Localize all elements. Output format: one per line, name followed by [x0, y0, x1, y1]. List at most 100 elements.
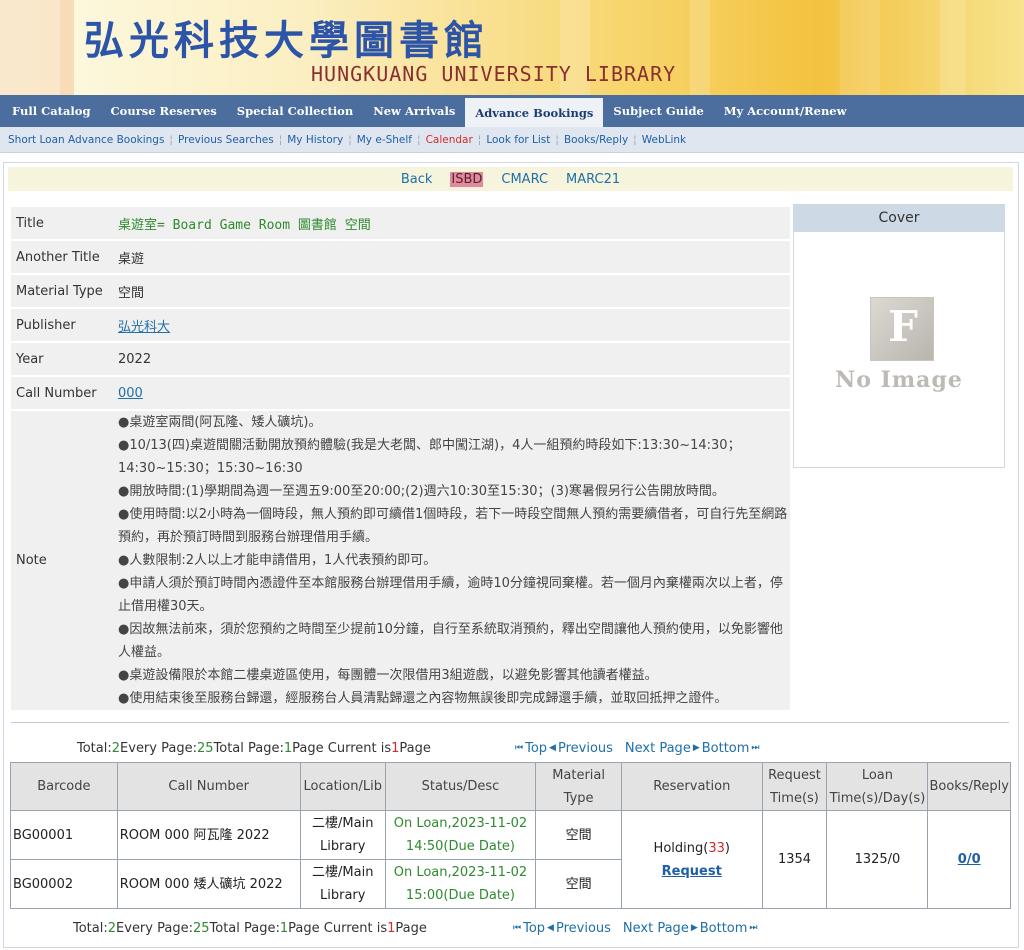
- marc21-view-link[interactable]: MARC21: [566, 172, 620, 187]
- main-nav: Full Catalog Course Reserves Special Col…: [0, 95, 1024, 127]
- total-label: Total:: [73, 920, 108, 936]
- total-page-count: 1: [279, 920, 289, 936]
- note-row: Note ●桌遊室兩間(阿瓦隆、矮人礦坑)。 ●10/13(四)桌遊間關活動開放…: [11, 411, 790, 710]
- record-detail-table: Title 桌遊室= Board Game Room 圖書館 空間 Anothe…: [11, 205, 790, 712]
- total-page-label: Total Page:: [213, 740, 284, 756]
- call-number-link[interactable]: 000: [118, 386, 143, 401]
- request-link[interactable]: Request: [662, 864, 722, 879]
- previous-link[interactable]: Previous: [556, 921, 611, 936]
- title-label: Title: [11, 207, 113, 239]
- cover-header: Cover: [794, 205, 1004, 232]
- books-reply-link[interactable]: 0/0: [958, 852, 981, 867]
- note-paragraph: ●開放時間:(1)學期間為週一至週五9:00至20:00;(2)週六10:30至…: [118, 484, 725, 499]
- tab-subject-guide[interactable]: Subject Guide: [603, 95, 713, 127]
- pager-summary-bottom: Total: 2 Every Page: 25 Total Page: 1 Page C…: [73, 918, 427, 938]
- status-cell: On Loan,2023-11-02 15:00(Due Date): [384, 859, 537, 909]
- page-current-label: Page Current is: [288, 920, 388, 936]
- col-material-type: Material Type: [535, 762, 622, 811]
- note-value: ●桌遊室兩間(阿瓦隆、矮人礦坑)。 ●10/13(四)桌遊間關活動開放預約體驗(…: [113, 411, 790, 710]
- cmarc-view-link[interactable]: CMARC: [501, 172, 548, 187]
- books-reply-cell: 0/0: [927, 810, 1011, 909]
- col-call-number: Call Number: [116, 762, 301, 811]
- note-paragraph: ●桌遊室兩間(阿瓦隆、矮人礦坑)。: [118, 415, 322, 430]
- holdings-table: Barcode Call Number Location/Lib Status/…: [10, 762, 1011, 909]
- next-icon: ▶: [692, 743, 700, 753]
- holding-count: Holding(33): [623, 837, 761, 860]
- bottom-link[interactable]: Bottom: [702, 741, 750, 756]
- separator: ¦: [278, 133, 283, 146]
- last-page-icon: ⏭: [749, 923, 758, 933]
- last-page-icon: ⏭: [751, 743, 760, 753]
- subnav-my-history[interactable]: My History: [287, 134, 343, 146]
- note-paragraph: ●人數限制:2人以上才能申請借用，1人代表預約即可。: [118, 553, 437, 568]
- note-label: Note: [11, 411, 113, 710]
- next-page-link[interactable]: Next Page: [625, 741, 691, 756]
- material-type-row: Material Type 空間: [11, 275, 790, 307]
- page-current-label: Page Current is: [292, 740, 392, 756]
- total-count: 2: [107, 920, 117, 936]
- call-number-row: Call Number 000: [11, 377, 790, 409]
- year-label: Year: [11, 343, 113, 375]
- total-label: Total:: [77, 740, 112, 756]
- book-icon: F: [870, 297, 934, 361]
- note-paragraph: ●申請人須於預訂時間內憑證件至本館服務台辦理借用手續，逾時10分鐘視同棄權。若一…: [118, 576, 783, 614]
- location-cell: 二樓/Main Library: [299, 859, 386, 909]
- tab-advance-bookings[interactable]: Advance Bookings: [465, 98, 604, 127]
- separator: ¦: [169, 133, 173, 146]
- holding-count-value: 33: [708, 840, 725, 856]
- no-image-placeholder: F No Image: [832, 295, 966, 405]
- subnav-look-for-list[interactable]: Look for List: [486, 134, 550, 146]
- material-type-value: 空間: [113, 275, 790, 307]
- tab-special-collection[interactable]: Special Collection: [227, 95, 363, 127]
- col-location: Location/Lib: [299, 762, 386, 811]
- first-page-icon: ⏮: [515, 743, 524, 753]
- publisher-link[interactable]: 弘光科大: [118, 320, 170, 335]
- note-paragraph: ●10/13(四)桌遊間關活動開放預約體驗(我是大老闆、郎中闖江湖)，4人一組預…: [118, 438, 741, 476]
- holdings-header-row: Barcode Call Number Location/Lib Status/…: [10, 762, 1011, 811]
- separator: ¦: [348, 133, 352, 146]
- book-icon-letter: F: [888, 302, 918, 351]
- col-request-time: Request Time(s): [761, 762, 828, 811]
- subnav-calendar[interactable]: Calendar: [426, 134, 473, 146]
- subnav-short-loan-advance-bookings[interactable]: Short Loan Advance Bookings: [8, 134, 164, 146]
- cover-panel: Cover F No Image: [793, 204, 1005, 468]
- every-page-count: 25: [192, 920, 210, 936]
- status-cell: On Loan,2023-11-02 14:50(Due Date): [384, 810, 537, 860]
- page-word: Page: [399, 740, 431, 756]
- call-number-cell: ROOM 000 矮人礦坑 2022: [116, 859, 301, 909]
- separator: ¦: [555, 133, 559, 146]
- tab-new-arrivals[interactable]: New Arrivals: [363, 95, 465, 127]
- another-title-value: 桌遊: [113, 241, 790, 273]
- bottom-link[interactable]: Bottom: [700, 921, 748, 936]
- reservation-cell: Holding(33) Request: [620, 810, 763, 909]
- tab-course-reserves[interactable]: Course Reserves: [101, 95, 227, 127]
- isbd-view-link[interactable]: ISBD: [450, 171, 484, 187]
- total-count: 2: [111, 740, 121, 756]
- note-paragraph: ●使用時間:以2小時為一個時段，無人預約即可續借1個時段，若下一時段空間無人預約…: [118, 507, 788, 545]
- material-type-cell: 空間: [535, 859, 622, 909]
- separator: ¦: [477, 133, 482, 146]
- call-number-cell: ROOM 000 阿瓦隆 2022: [116, 810, 301, 860]
- subnav-previous-searches[interactable]: Previous Searches: [178, 134, 274, 146]
- top-link[interactable]: Top: [525, 741, 547, 756]
- col-barcode: Barcode: [10, 762, 118, 811]
- pager-nav-bottom: ⏮ Top ◀ Previous Next Page ▶ Bottom ⏭: [511, 918, 760, 938]
- previous-icon: ◀: [547, 923, 554, 933]
- tab-full-catalog[interactable]: Full Catalog: [2, 95, 101, 127]
- top-link[interactable]: Top: [523, 921, 545, 936]
- subnav-weblink[interactable]: WebLink: [642, 134, 686, 146]
- another-title-label: Another Title: [11, 241, 113, 273]
- every-page-count: 25: [196, 740, 214, 756]
- current-page: 1: [391, 740, 400, 756]
- subnav-books-reply[interactable]: Books/Reply: [564, 134, 628, 146]
- previous-link[interactable]: Previous: [558, 741, 613, 756]
- next-page-link[interactable]: Next Page: [623, 921, 689, 936]
- note-paragraph: ●使用結束後至服務台歸還，經服務台人員清點歸還之內容物無誤後即完成歸還手續，並取…: [118, 691, 728, 706]
- back-link[interactable]: Back: [401, 172, 433, 187]
- year-value: 2022: [113, 343, 790, 375]
- subnav-my-e-shelf[interactable]: My e-Shelf: [357, 134, 412, 146]
- publisher-label: Publisher: [11, 309, 113, 341]
- title-value: 桌遊室= Board Game Room 圖書館 空間: [113, 207, 790, 239]
- library-banner: 弘光科技大學圖書館 HUNGKUANG UNIVERSITY LIBRARY: [0, 0, 1024, 95]
- tab-my-account-renew[interactable]: My Account/Renew: [714, 95, 857, 127]
